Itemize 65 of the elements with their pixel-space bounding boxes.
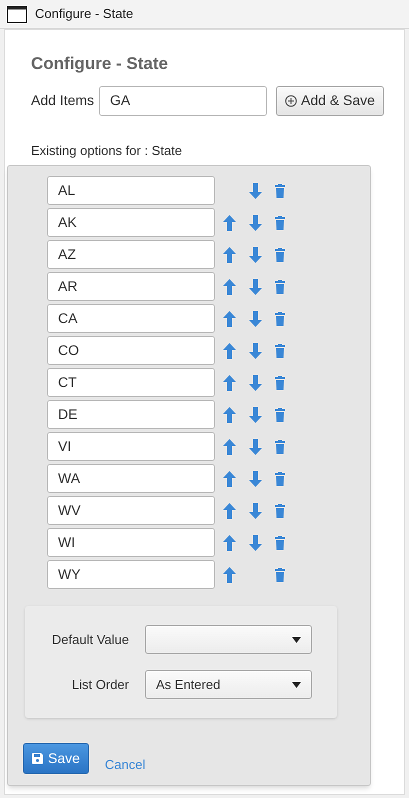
add-items-label: Add Items — [31, 91, 94, 110]
down-arrow-icon[interactable] — [249, 246, 262, 262]
up-arrow-icon[interactable] — [223, 470, 236, 486]
trash-icon[interactable] — [275, 344, 285, 358]
window-title: Configure - State — [35, 5, 134, 24]
up-arrow-icon[interactable] — [223, 374, 236, 390]
trash-icon[interactable] — [275, 408, 285, 422]
trash-icon[interactable] — [275, 504, 285, 518]
down-arrow-icon[interactable] — [249, 438, 262, 454]
up-arrow-icon[interactable] — [223, 566, 236, 582]
trash-icon[interactable] — [275, 248, 285, 262]
caret-icon — [292, 636, 301, 642]
setting-label: Default Value — [50, 630, 129, 649]
down-arrow-icon[interactable] — [249, 278, 262, 294]
down-arrow-icon[interactable] — [249, 534, 262, 550]
trash-icon[interactable] — [275, 568, 285, 582]
up-arrow-icon[interactable] — [223, 342, 236, 358]
option-field[interactable]: WI — [47, 528, 215, 557]
option-field[interactable]: WV — [47, 496, 215, 525]
down-arrow-icon[interactable] — [249, 310, 262, 326]
page-heading: Configure - State — [31, 53, 169, 75]
up-arrow-icon[interactable] — [223, 214, 236, 230]
trash-icon[interactable] — [275, 376, 285, 390]
trash-icon[interactable] — [275, 184, 285, 198]
add-items-field[interactable]: GA — [99, 86, 268, 116]
down-arrow-icon[interactable] — [249, 374, 262, 390]
up-arrow-icon[interactable] — [223, 310, 236, 326]
option-field[interactable]: CT — [47, 368, 215, 397]
up-arrow-icon[interactable] — [223, 246, 236, 262]
option-field[interactable]: VI — [47, 432, 215, 461]
option-field[interactable]: AK — [47, 208, 215, 237]
down-arrow-icon[interactable] — [249, 406, 262, 422]
dropdown[interactable] — [145, 625, 312, 654]
up-arrow-icon[interactable] — [223, 406, 236, 422]
trash-icon[interactable] — [275, 536, 285, 550]
down-arrow-icon[interactable] — [249, 182, 262, 198]
setting-label: List Order — [70, 676, 129, 694]
trash-icon[interactable] — [275, 472, 285, 486]
option-field[interactable]: CO — [47, 336, 215, 365]
option-field[interactable]: AZ — [47, 240, 215, 269]
down-arrow-icon[interactable] — [249, 214, 262, 230]
up-arrow-icon[interactable] — [223, 438, 236, 454]
up-arrow-icon[interactable] — [223, 502, 236, 518]
caret-icon — [292, 682, 301, 688]
window-icon — [7, 6, 27, 22]
down-arrow-icon[interactable] — [249, 470, 262, 486]
down-arrow-icon[interactable] — [249, 502, 262, 518]
trash-icon[interactable] — [275, 440, 285, 454]
existing-options-label: Existing options for : State — [31, 142, 184, 160]
option-field[interactable]: AR — [47, 272, 215, 301]
trash-icon[interactable] — [275, 280, 285, 294]
option-field[interactable]: WA — [47, 464, 215, 493]
up-arrow-icon[interactable] — [223, 278, 236, 294]
trash-icon[interactable] — [275, 216, 285, 230]
down-arrow-icon[interactable] — [249, 342, 262, 358]
save-button[interactable]: Save — [23, 743, 89, 774]
add-save-button[interactable]: Add & Save — [276, 86, 384, 116]
option-field[interactable]: AL — [47, 176, 215, 205]
up-arrow-icon[interactable] — [223, 534, 236, 550]
option-field[interactable]: CA — [47, 304, 215, 333]
dropdown[interactable]: As Entered — [145, 670, 312, 699]
plus-circle-icon — [285, 94, 298, 106]
option-field[interactable]: WY — [47, 560, 215, 589]
option-field[interactable]: DE — [47, 400, 215, 429]
trash-icon[interactable] — [275, 312, 285, 326]
